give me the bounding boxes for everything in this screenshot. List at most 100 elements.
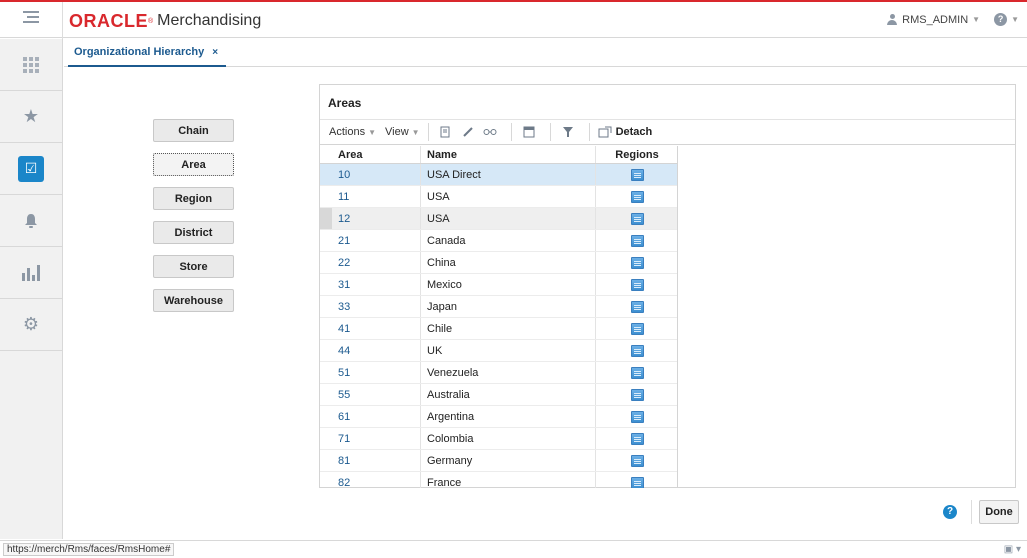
column-header-regions[interactable]: Regions — [596, 146, 677, 163]
help-button[interactable]: ? — [943, 505, 957, 519]
help-icon[interactable]: ? — [994, 13, 1008, 26]
table-row[interactable]: 12 USA — [320, 208, 677, 230]
regions-icon[interactable] — [630, 278, 644, 291]
row-header[interactable] — [320, 428, 332, 449]
row-header[interactable] — [320, 274, 332, 295]
area-link[interactable]: 61 — [332, 406, 421, 427]
regions-icon[interactable] — [630, 212, 644, 225]
freeze-icon[interactable] — [520, 123, 538, 141]
area-link[interactable]: 51 — [332, 362, 421, 383]
sidebar-item-apps[interactable] — [0, 39, 62, 91]
toolbar-divider — [427, 123, 429, 141]
row-header[interactable] — [320, 252, 332, 273]
regions-icon[interactable] — [630, 454, 644, 467]
actions-menu[interactable]: Actions ▼ — [329, 126, 376, 138]
row-header[interactable] — [320, 230, 332, 251]
regions-icon[interactable] — [630, 300, 644, 313]
column-header-area[interactable]: Area — [332, 146, 421, 163]
regions-icon[interactable] — [630, 190, 644, 203]
sidebar-item-tasks[interactable]: ☑ — [0, 143, 62, 195]
area-link[interactable]: 31 — [332, 274, 421, 295]
table-row[interactable]: 10 USA Direct — [320, 164, 677, 186]
sidebar-item-favorites[interactable]: ★ — [0, 91, 62, 143]
edit-icon[interactable] — [459, 123, 477, 141]
row-header[interactable] — [320, 384, 332, 405]
table-row[interactable]: 44 UK — [320, 340, 677, 362]
user-name[interactable]: RMS_ADMIN — [902, 14, 968, 26]
row-header[interactable] — [320, 406, 332, 427]
area-link[interactable]: 10 — [332, 164, 421, 185]
area-link[interactable]: 21 — [332, 230, 421, 251]
area-link[interactable]: 11 — [332, 186, 421, 207]
regions-cell — [596, 296, 677, 317]
table-row[interactable]: 41 Chile — [320, 318, 677, 340]
tab-organizational-hierarchy[interactable]: Organizational Hierarchy × — [68, 39, 227, 67]
sidebar-item-reports[interactable] — [0, 247, 62, 299]
sidebar-item-notifications[interactable] — [0, 195, 62, 247]
accessibility-icon[interactable]: ▣ ▾ — [1004, 544, 1021, 555]
done-button[interactable]: Done — [979, 500, 1019, 524]
area-link[interactable]: 12 — [332, 208, 421, 229]
area-button[interactable]: Area — [153, 153, 234, 176]
regions-icon[interactable] — [630, 168, 644, 181]
area-link[interactable]: 71 — [332, 428, 421, 449]
area-link[interactable]: 82 — [332, 472, 421, 488]
row-header[interactable] — [320, 340, 332, 361]
navigator-menu-icon[interactable] — [23, 11, 39, 27]
row-header[interactable] — [320, 362, 332, 383]
regions-icon[interactable] — [630, 256, 644, 269]
area-link[interactable]: 41 — [332, 318, 421, 339]
regions-icon[interactable] — [630, 432, 644, 445]
filter-icon[interactable] — [559, 123, 577, 141]
column-header-name[interactable]: Name — [421, 146, 596, 163]
close-icon[interactable]: × — [212, 47, 218, 58]
area-link[interactable]: 55 — [332, 384, 421, 405]
region-button[interactable]: Region — [153, 187, 234, 210]
table-row[interactable]: 82 France — [320, 472, 677, 488]
row-header[interactable] — [320, 186, 332, 207]
regions-cell — [596, 186, 677, 207]
regions-icon[interactable] — [630, 388, 644, 401]
user-menu[interactable]: RMS_ADMIN ▼ ? ▼ — [886, 13, 1019, 26]
chevron-down-icon[interactable]: ▼ — [1011, 15, 1019, 24]
table-row[interactable]: 51 Venezuela — [320, 362, 677, 384]
warehouse-button[interactable]: Warehouse — [153, 289, 234, 312]
chain-button[interactable]: Chain — [153, 119, 234, 142]
sidebar-item-settings[interactable]: ⚙ — [0, 299, 62, 351]
row-header[interactable] — [320, 296, 332, 317]
area-link[interactable]: 81 — [332, 450, 421, 471]
row-header[interactable] — [320, 472, 332, 488]
table-row[interactable]: 71 Colombia — [320, 428, 677, 450]
actions-label: Actions — [329, 126, 366, 138]
table-row[interactable]: 33 Japan — [320, 296, 677, 318]
regions-icon[interactable] — [630, 344, 644, 357]
view-menu[interactable]: View ▼ — [385, 126, 420, 138]
table-row[interactable]: 21 Canada — [320, 230, 677, 252]
table-row[interactable]: 31 Mexico — [320, 274, 677, 296]
chevron-down-icon[interactable]: ▼ — [972, 15, 980, 24]
row-header[interactable] — [320, 318, 332, 339]
regions-icon[interactable] — [630, 410, 644, 423]
regions-icon[interactable] — [630, 366, 644, 379]
gear-icon: ⚙ — [22, 314, 40, 334]
district-button[interactable]: District — [153, 221, 234, 244]
table-row[interactable]: 55 Australia — [320, 384, 677, 406]
view-glasses-icon[interactable] — [481, 123, 499, 141]
row-header[interactable] — [320, 450, 332, 471]
area-link[interactable]: 33 — [332, 296, 421, 317]
regions-icon[interactable] — [630, 234, 644, 247]
add-icon[interactable] — [437, 123, 455, 141]
area-link[interactable]: 22 — [332, 252, 421, 273]
area-link[interactable]: 44 — [332, 340, 421, 361]
row-header[interactable] — [320, 164, 332, 185]
table-row[interactable]: 11 USA — [320, 186, 677, 208]
table-row[interactable]: 61 Argentina — [320, 406, 677, 428]
detach-button[interactable]: Detach — [598, 126, 652, 138]
regions-cell — [596, 472, 677, 488]
table-row[interactable]: 81 Germany — [320, 450, 677, 472]
table-row[interactable]: 22 China — [320, 252, 677, 274]
regions-icon[interactable] — [630, 476, 644, 488]
regions-icon[interactable] — [630, 322, 644, 335]
row-header[interactable] — [320, 208, 332, 229]
store-button[interactable]: Store — [153, 255, 234, 278]
